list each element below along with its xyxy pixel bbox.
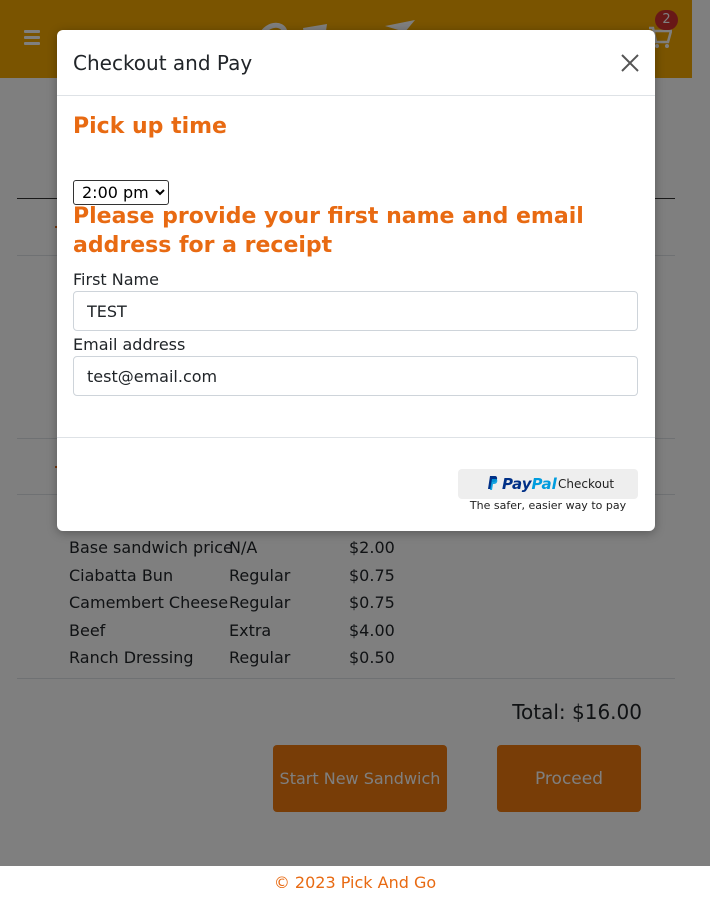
email-field[interactable] [73,356,638,396]
paypal-tagline: The safer, easier way to pay [469,499,627,512]
first-name-label: First Name [73,270,159,289]
modal-title: Checkout and Pay [73,51,253,75]
first-name-field[interactable] [73,291,638,331]
copyright-text: © 2023 Pick And Go [273,873,437,892]
email-label: Email address [73,335,186,354]
receipt-heading: Please provide your first name and email… [73,204,584,258]
paypal-logo: PayPal [502,475,557,493]
paypal-icon [488,476,498,490]
modal-body: Pick up time 2:00 pm Please provide your… [57,96,655,438]
modal-header: Checkout and Pay [57,30,655,96]
paypal-logo-pal: Pal [531,475,557,493]
pickup-time-heading: Pick up time [73,114,227,139]
paypal-checkout-label: Checkout [558,477,615,491]
close-icon[interactable] [619,52,641,74]
checkout-modal: Checkout and Pay Pick up time 2:00 pm Pl… [57,30,655,531]
footer: © 2023 Pick And Go [0,866,710,918]
paypal-checkout-button[interactable]: PayPal Checkout [458,469,638,499]
paypal-logo-pay: Pay [502,475,532,493]
